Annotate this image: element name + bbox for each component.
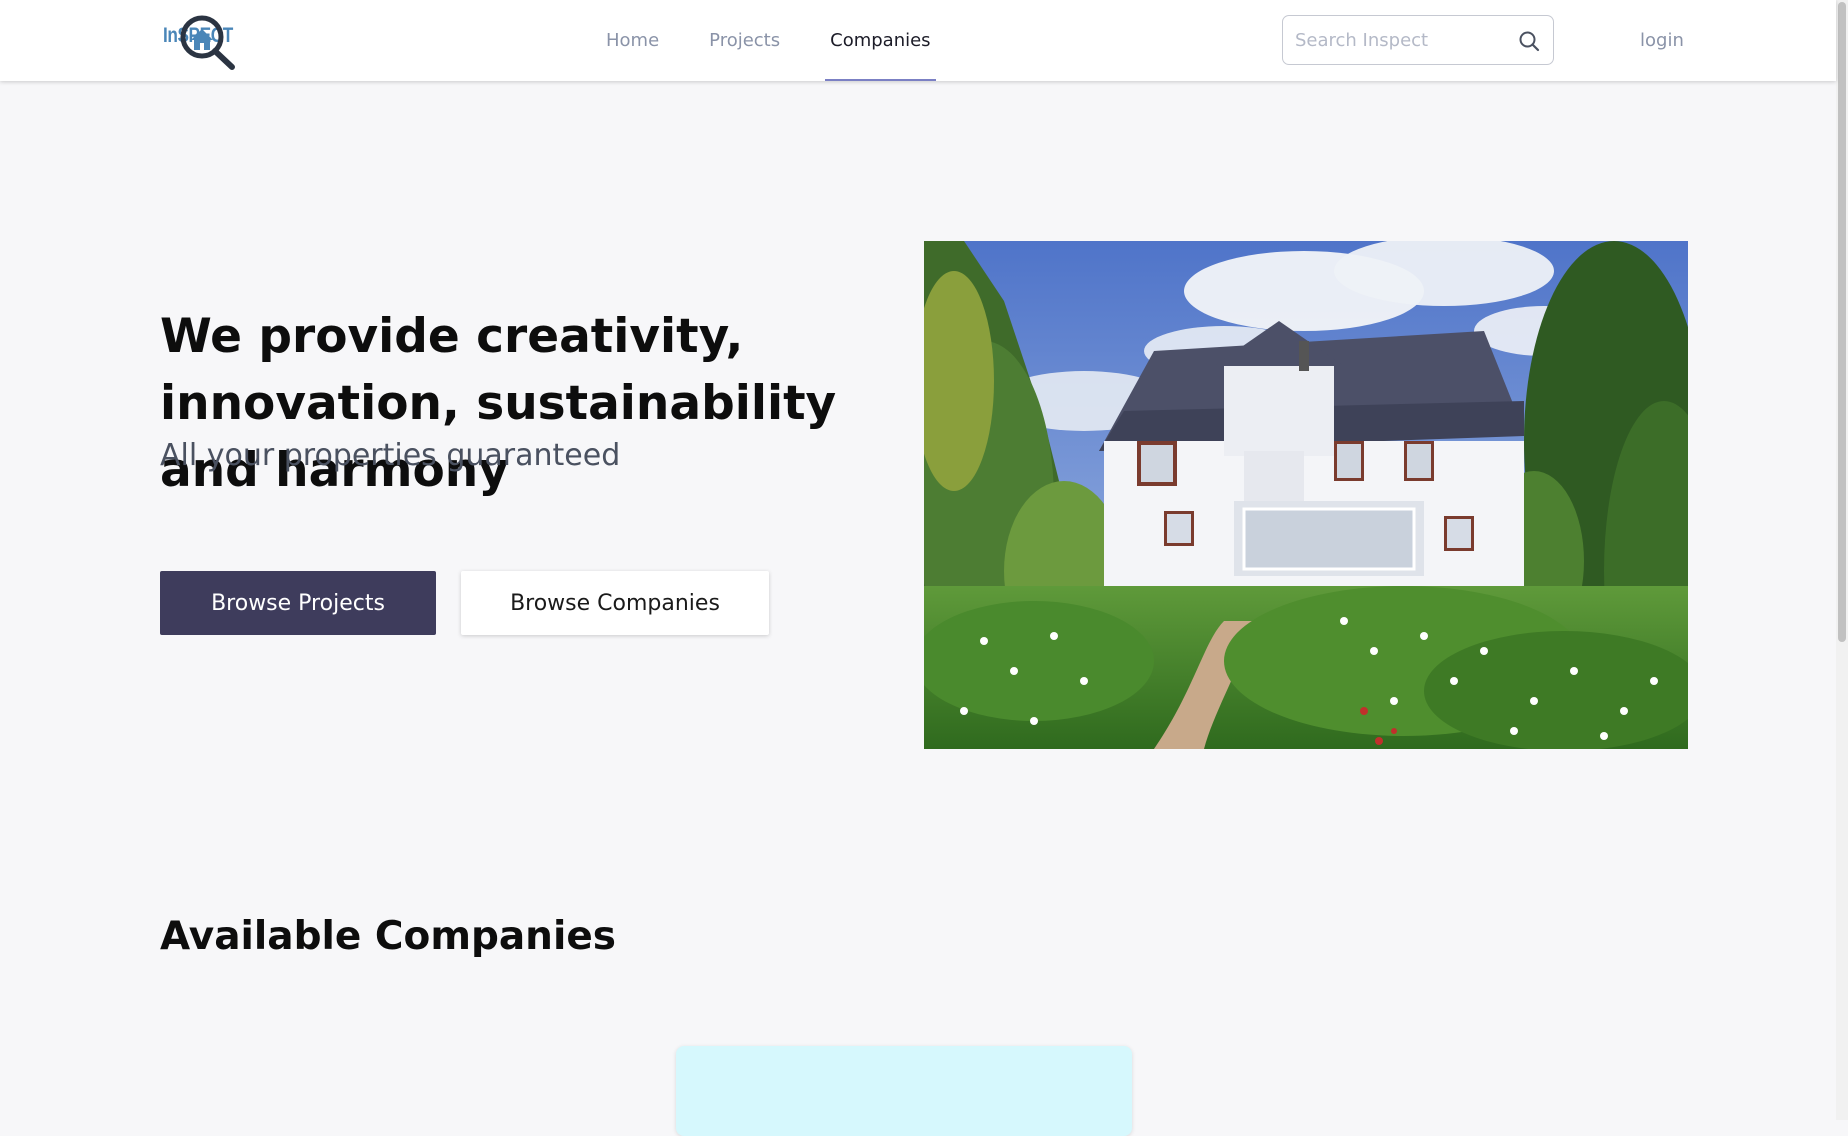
company-card[interactable] — [676, 1046, 1132, 1136]
available-companies-heading: Available Companies — [160, 914, 616, 959]
hero-title: We provide creativity, innovation, susta… — [160, 309, 837, 498]
search-input[interactable] — [1293, 16, 1513, 64]
search-icon[interactable] — [1517, 29, 1541, 53]
top-navbar: InSPECT Home Projects Companies login — [0, 0, 1836, 81]
login-link[interactable]: login — [1640, 0, 1684, 81]
nav-home-link[interactable]: Home — [606, 0, 659, 81]
inspect-logo[interactable]: InSPECT — [160, 10, 250, 70]
nav-projects-link[interactable]: Projects — [709, 0, 780, 81]
browse-projects-button[interactable]: Browse Projects — [160, 571, 436, 635]
house-photo-icon — [924, 241, 1688, 749]
page-scrollbar[interactable] — [1836, 0, 1848, 1120]
main-nav: Home Projects Companies — [606, 0, 981, 81]
hero-house-image — [924, 241, 1688, 749]
nav-companies-link[interactable]: Companies — [825, 0, 937, 81]
scrollbar-thumb[interactable] — [1838, 2, 1846, 642]
browse-companies-button[interactable]: Browse Companies — [461, 571, 769, 635]
hero-subtitle: All your properties guaranteed — [160, 438, 621, 473]
magnifier-house-icon — [180, 15, 235, 70]
search-box — [1282, 15, 1554, 65]
